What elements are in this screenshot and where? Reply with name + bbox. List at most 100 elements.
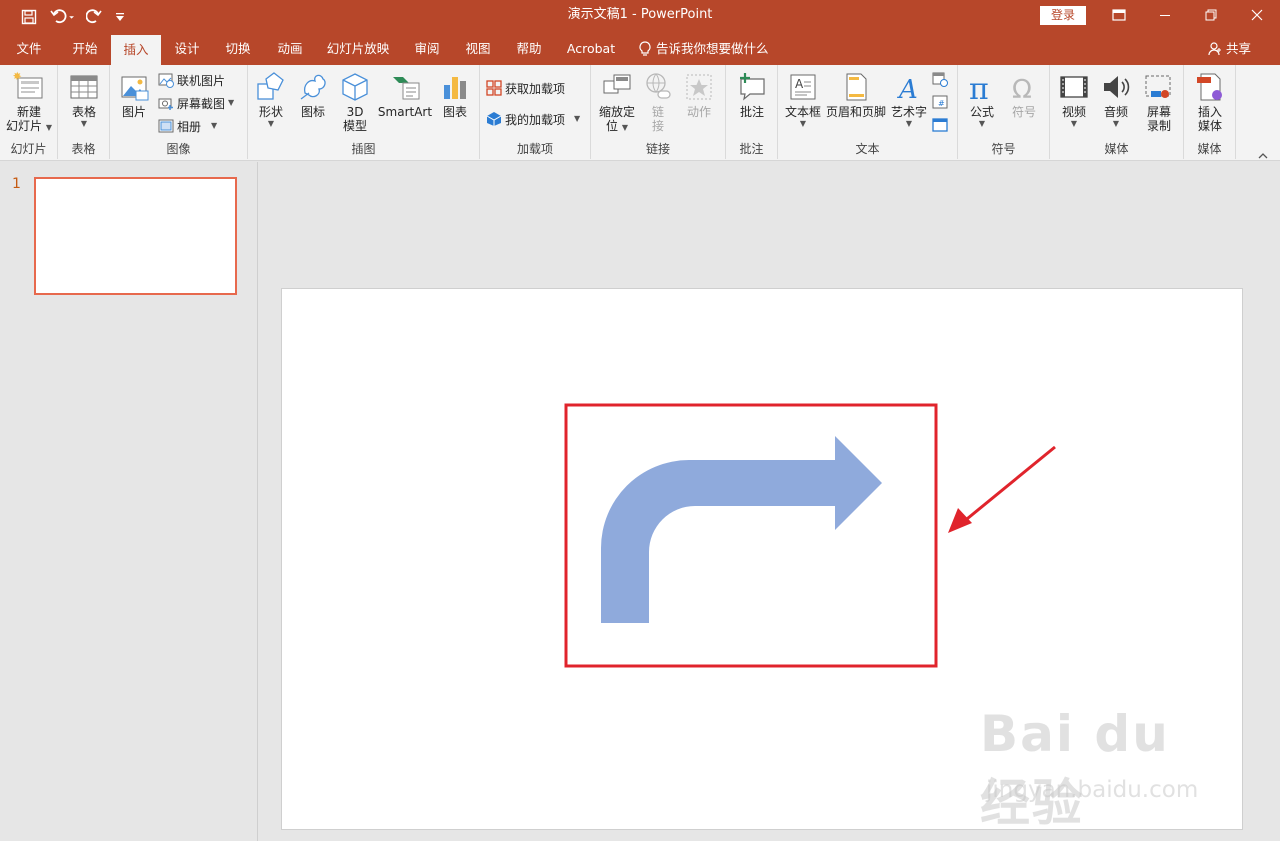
album-button[interactable]: 相册 ▼ bbox=[158, 116, 217, 136]
picture-button[interactable]: 图片 bbox=[116, 71, 152, 119]
slide-thumbnail[interactable] bbox=[34, 177, 237, 295]
chart-button[interactable]: 图表 bbox=[438, 71, 472, 119]
tab-review[interactable]: 审阅 bbox=[406, 33, 448, 65]
group-label-slides: 幻灯片 bbox=[10, 142, 47, 156]
share-button[interactable]: 共享 bbox=[1208, 33, 1260, 65]
header-footer-label: 页眉和页脚 bbox=[825, 105, 886, 119]
tab-transitions[interactable]: 切换 bbox=[216, 33, 260, 65]
share-label: 共享 bbox=[1226, 41, 1252, 56]
link-label-2: 接 bbox=[651, 119, 664, 133]
shapes-icon bbox=[257, 72, 284, 100]
video-button[interactable]: 视频 ▼ bbox=[1056, 71, 1092, 129]
film-icon bbox=[1060, 76, 1088, 98]
get-addins-button[interactable]: 获取加载项 bbox=[486, 78, 565, 98]
minimize-icon[interactable] bbox=[1142, 0, 1188, 30]
close-icon[interactable] bbox=[1234, 0, 1280, 30]
group-label-media-acrobat: 媒体 bbox=[1197, 142, 1222, 156]
tab-file[interactable]: 文件 bbox=[8, 33, 50, 65]
group-label-images: 图像 bbox=[166, 142, 191, 156]
pi-icon: π bbox=[969, 72, 989, 103]
icons-button[interactable]: 图标 bbox=[296, 71, 330, 119]
screen-recording-button[interactable]: 屏幕 录制 bbox=[1140, 71, 1178, 133]
tab-home[interactable]: 开始 bbox=[63, 33, 107, 65]
table-icon bbox=[70, 75, 98, 99]
omega-icon: Ω bbox=[1012, 75, 1032, 103]
screen-recording-icon bbox=[1145, 75, 1171, 98]
new-slide-label: 新建 bbox=[16, 105, 41, 119]
redo-icon[interactable] bbox=[84, 0, 104, 33]
collapse-ribbon-icon[interactable] bbox=[1257, 145, 1271, 159]
insert-media-button[interactable]: 插入 媒体 bbox=[1192, 71, 1228, 133]
chevron-down-icon: ▼ bbox=[1112, 119, 1120, 128]
3d-model-label: 3D bbox=[346, 105, 364, 119]
smartart-button[interactable]: SmartArt bbox=[376, 71, 434, 119]
svg-text:#: # bbox=[938, 99, 945, 108]
tab-help[interactable]: 帮助 bbox=[508, 33, 550, 65]
new-slide-label-2-text: 幻灯片 bbox=[6, 119, 43, 133]
new-slide-button[interactable]: 新建 幻灯片 ▼ bbox=[4, 71, 54, 133]
login-button[interactable]: 登录 bbox=[1040, 6, 1086, 25]
my-addins-label: 我的加载项 bbox=[505, 112, 566, 127]
screenshot-label: 屏幕截图 bbox=[177, 96, 226, 111]
screenshot-icon bbox=[158, 98, 173, 110]
chart-icon bbox=[444, 77, 466, 99]
comment-label: 批注 bbox=[739, 105, 764, 119]
group-label-links: 链接 bbox=[645, 142, 670, 156]
customize-icon[interactable] bbox=[113, 0, 127, 33]
wordart-button[interactable]: A 艺术字 ▼ bbox=[888, 71, 930, 129]
screen-recording-label-2: 录制 bbox=[1146, 119, 1171, 133]
tab-design[interactable]: 设计 bbox=[166, 33, 208, 65]
slide-canvas[interactable] bbox=[281, 288, 1243, 830]
cube-icon bbox=[342, 73, 368, 101]
save-icon[interactable] bbox=[18, 0, 40, 33]
person-icon bbox=[1208, 42, 1221, 56]
title-bar: 演示文稿1 - PowerPoint 登录 bbox=[0, 0, 1280, 33]
tab-view[interactable]: 视图 bbox=[456, 33, 500, 65]
comment-button[interactable]: 批注 bbox=[734, 71, 770, 119]
svg-text:π: π bbox=[969, 72, 989, 103]
chevron-down-icon: ▼ bbox=[228, 98, 235, 107]
table-button[interactable]: 表格 ▼ bbox=[66, 71, 102, 129]
textbox-button[interactable]: A 文本框 ▼ bbox=[782, 71, 824, 129]
new-slide-icon bbox=[13, 71, 43, 99]
undo-icon[interactable] bbox=[48, 0, 78, 33]
header-footer-button[interactable]: 页眉和页脚 bbox=[824, 71, 888, 119]
chevron-down-icon: ▼ bbox=[1070, 119, 1078, 128]
tab-insert[interactable]: 插入 bbox=[111, 35, 161, 65]
tab-animations[interactable]: 动画 bbox=[268, 33, 312, 65]
symbol-button[interactable]: Ω 符号 bbox=[1006, 71, 1042, 119]
tab-acrobat[interactable]: Acrobat bbox=[560, 33, 622, 65]
group-links: 缩放定 位 ▼ 链 接 动作 链接 bbox=[591, 65, 726, 159]
shapes-button[interactable]: 形状 ▼ bbox=[254, 71, 288, 129]
chevron-down-icon: ▼ bbox=[621, 123, 628, 132]
object-icon[interactable] bbox=[932, 117, 950, 135]
online-picture-button[interactable]: 联机图片 bbox=[158, 70, 225, 90]
link-button[interactable]: 链 接 bbox=[641, 71, 675, 133]
table-label: 表格 bbox=[71, 105, 96, 119]
zoom-button[interactable]: 缩放定 位 ▼ bbox=[595, 71, 639, 133]
audio-label: 音频 bbox=[1103, 105, 1128, 119]
store-icon bbox=[486, 80, 502, 96]
my-addins-button[interactable]: 我的加载项 ▼ bbox=[486, 109, 580, 129]
header-footer-icon bbox=[846, 73, 867, 101]
group-symbols: π 公式 ▼ Ω 符号 符号 bbox=[958, 65, 1050, 159]
zoom-label: 缩放定 bbox=[598, 105, 635, 119]
slide-number-icon[interactable]: # bbox=[932, 94, 950, 112]
ribbon-display-options-icon[interactable] bbox=[1096, 0, 1142, 30]
tell-me-box[interactable]: 告诉我你想要做什么 bbox=[638, 33, 773, 65]
wordart-icon: A bbox=[897, 75, 918, 103]
chevron-down-icon: ▼ bbox=[80, 119, 88, 128]
textbox-icon: A bbox=[790, 74, 816, 100]
date-time-icon[interactable] bbox=[932, 71, 950, 89]
group-comments: 批注 批注 bbox=[726, 65, 778, 159]
tab-slideshow[interactable]: 幻灯片放映 bbox=[320, 33, 396, 65]
symbol-label: 符号 bbox=[1011, 105, 1036, 119]
audio-button[interactable]: 音频 ▼ bbox=[1098, 71, 1134, 129]
group-slides: 新建 幻灯片 ▼ 幻灯片 bbox=[0, 65, 58, 159]
group-label-comments: 批注 bbox=[739, 142, 764, 156]
3d-model-button[interactable]: 3D 模型 bbox=[338, 71, 372, 133]
restore-icon[interactable] bbox=[1188, 0, 1234, 30]
screenshot-button[interactable]: 屏幕截图 ▼ bbox=[158, 93, 234, 113]
action-button[interactable]: 动作 bbox=[681, 71, 717, 119]
equation-button[interactable]: π 公式 ▼ bbox=[964, 71, 1000, 129]
